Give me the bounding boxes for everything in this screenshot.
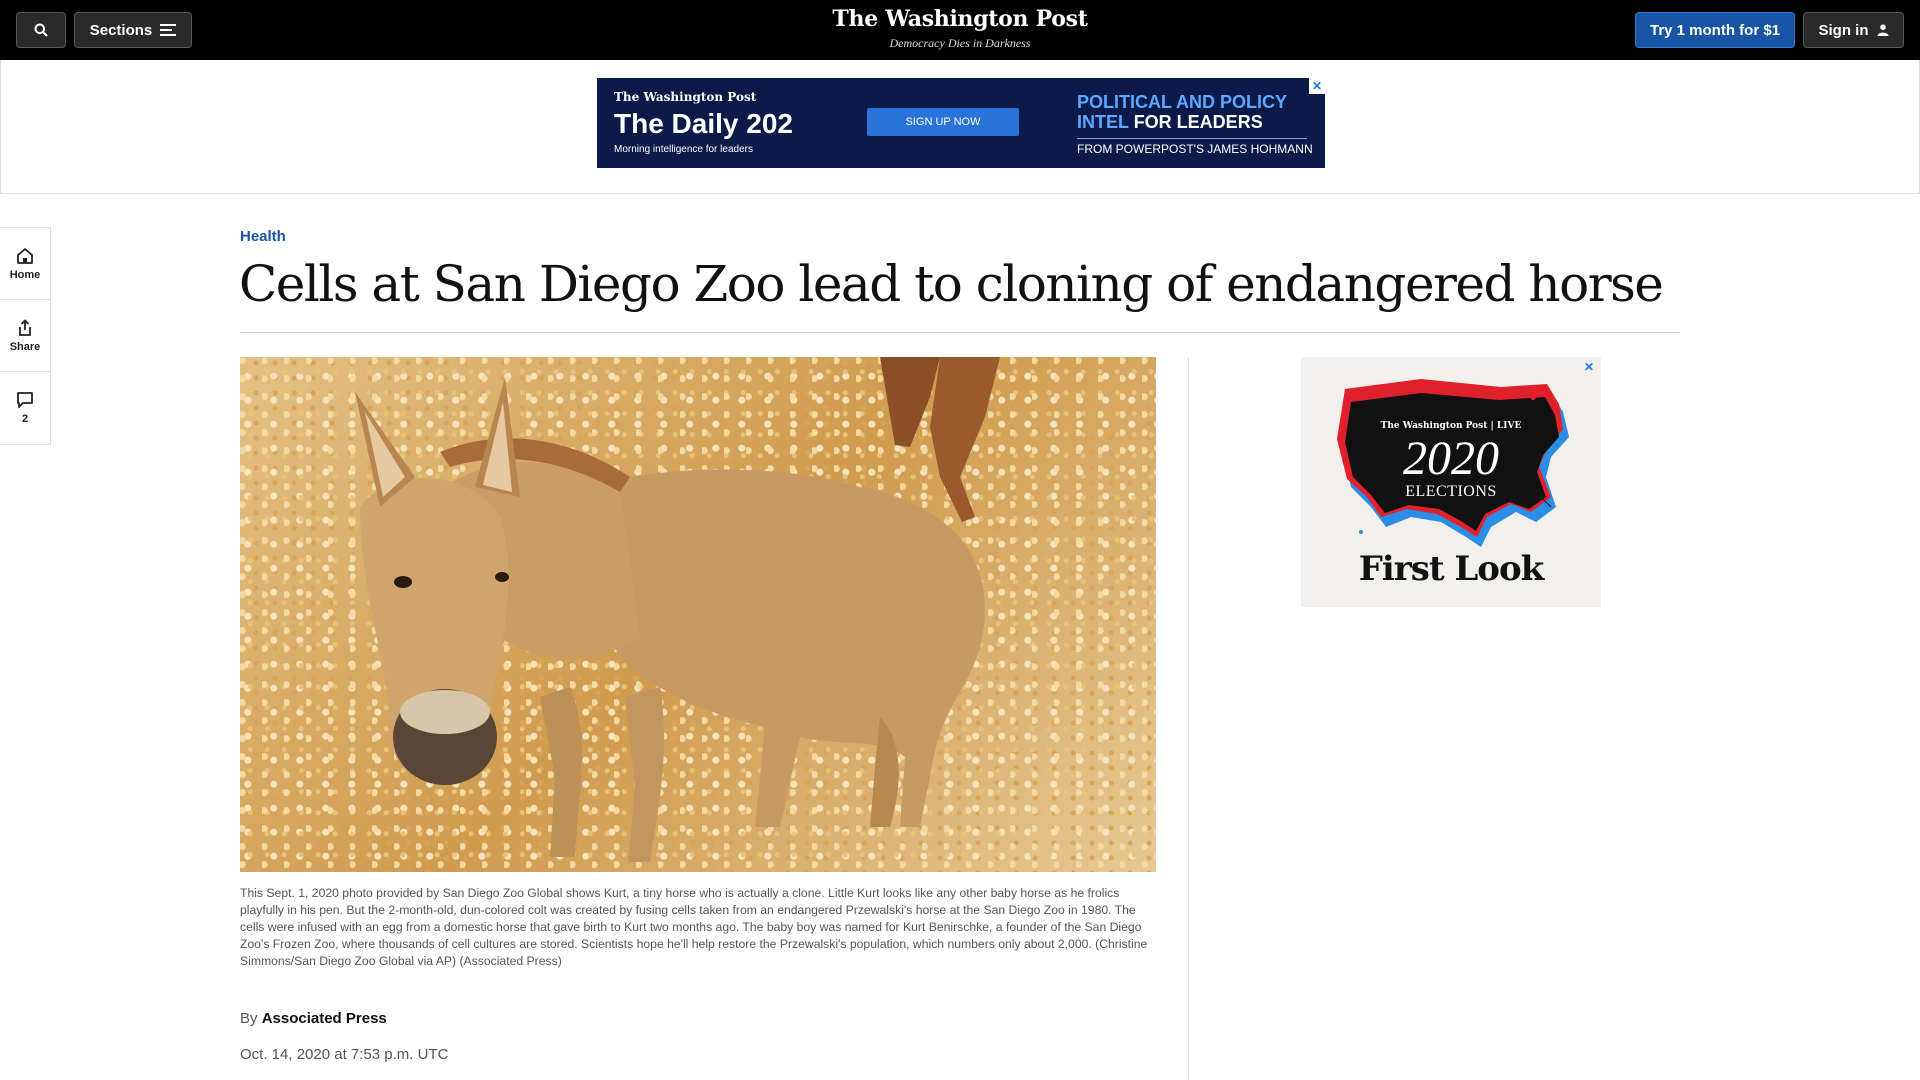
- rail-home-button[interactable]: Home: [0, 228, 50, 300]
- subscribe-button[interactable]: Try 1 month for $1: [1635, 12, 1795, 48]
- section-kicker[interactable]: Health: [240, 228, 286, 245]
- photo-caption: This Sept. 1, 2020 photo provided by San…: [240, 886, 1148, 968]
- ad-signup-button[interactable]: SIGN UP NOW: [867, 108, 1019, 136]
- site-logo[interactable]: The Washington Post Democracy Dies in Da…: [810, 6, 1110, 51]
- comment-icon: [17, 392, 33, 408]
- byline-prefix: By: [240, 1010, 258, 1027]
- top-ad-region: The Washington Post The Daily 202 Mornin…: [0, 60, 1920, 194]
- sections-label: Sections: [89, 21, 153, 39]
- search-icon: [34, 23, 48, 37]
- article-photo[interactable]: [240, 357, 1156, 872]
- ad-subtitle: Morning intelligence for leaders: [614, 144, 753, 155]
- elections-ad-title: First Look: [1358, 549, 1544, 589]
- headline: Cells at San Diego Zoo lead to cloning o…: [239, 255, 1664, 313]
- foal-illustration: [355, 357, 1000, 862]
- byline: By Associated Press: [240, 1010, 387, 1027]
- publish-date: Oct. 14, 2020 at 7:53 p.m. UTC: [240, 1046, 449, 1063]
- left-share-rail: Home Share 2: [0, 227, 51, 445]
- ad-headline-leaders: FOR LEADERS: [1133, 112, 1263, 132]
- rail-comments-button[interactable]: 2: [0, 372, 50, 444]
- sign-in-button[interactable]: Sign in: [1803, 12, 1904, 48]
- column-divider: [1188, 357, 1189, 1080]
- ad-close-icon[interactable]: ✕: [1309, 78, 1325, 94]
- elections-ad-year: 2020: [1403, 432, 1499, 485]
- ad-title: The Daily 202: [614, 108, 793, 139]
- ad-headline-intel: INTEL: [1077, 112, 1129, 132]
- user-icon: [1877, 24, 1888, 36]
- sign-in-label: Sign in: [1818, 21, 1869, 39]
- ad-headline-line1: POLITICAL AND POLICY: [1077, 92, 1288, 112]
- share-label: Share: [9, 340, 41, 353]
- home-icon: [17, 247, 33, 264]
- top-navigation-bar: Sections The Washington Post Democracy D…: [0, 0, 1920, 60]
- author-link[interactable]: Associated Press: [262, 1010, 387, 1027]
- daily-202-ad[interactable]: The Washington Post The Daily 202 Mornin…: [597, 78, 1325, 168]
- logo-text: The Washington Post: [832, 6, 1088, 32]
- menu-icon: [160, 24, 177, 36]
- search-button[interactable]: [16, 12, 66, 48]
- elections-ad[interactable]: The Washington Post | LIVE 2020 ELECTION…: [1301, 357, 1601, 607]
- ad-logo: The Washington Post: [614, 90, 757, 104]
- elections-ad-word: ELECTIONS: [1405, 483, 1497, 500]
- headline-divider: [240, 332, 1680, 333]
- comments-count: 2: [21, 413, 29, 425]
- tagline: Democracy Dies in Darkness: [889, 36, 1031, 50]
- share-icon: [19, 318, 31, 336]
- ad-divider: [1077, 138, 1307, 139]
- elections-ad-logo: The Washington Post | LIVE: [1380, 421, 1522, 431]
- ad-close-icon[interactable]: ✕: [1581, 359, 1597, 375]
- home-label: Home: [9, 268, 41, 281]
- rail-share-button[interactable]: Share: [0, 300, 50, 372]
- ad-headline: POLITICAL AND POLICY INTEL FOR LEADERS: [1077, 92, 1287, 132]
- ad-credit: FROM POWERPOST'S JAMES HOHMANN: [1077, 142, 1313, 156]
- sections-button[interactable]: Sections: [74, 12, 192, 48]
- ad-headline-line2: INTEL FOR LEADERS: [1077, 112, 1287, 132]
